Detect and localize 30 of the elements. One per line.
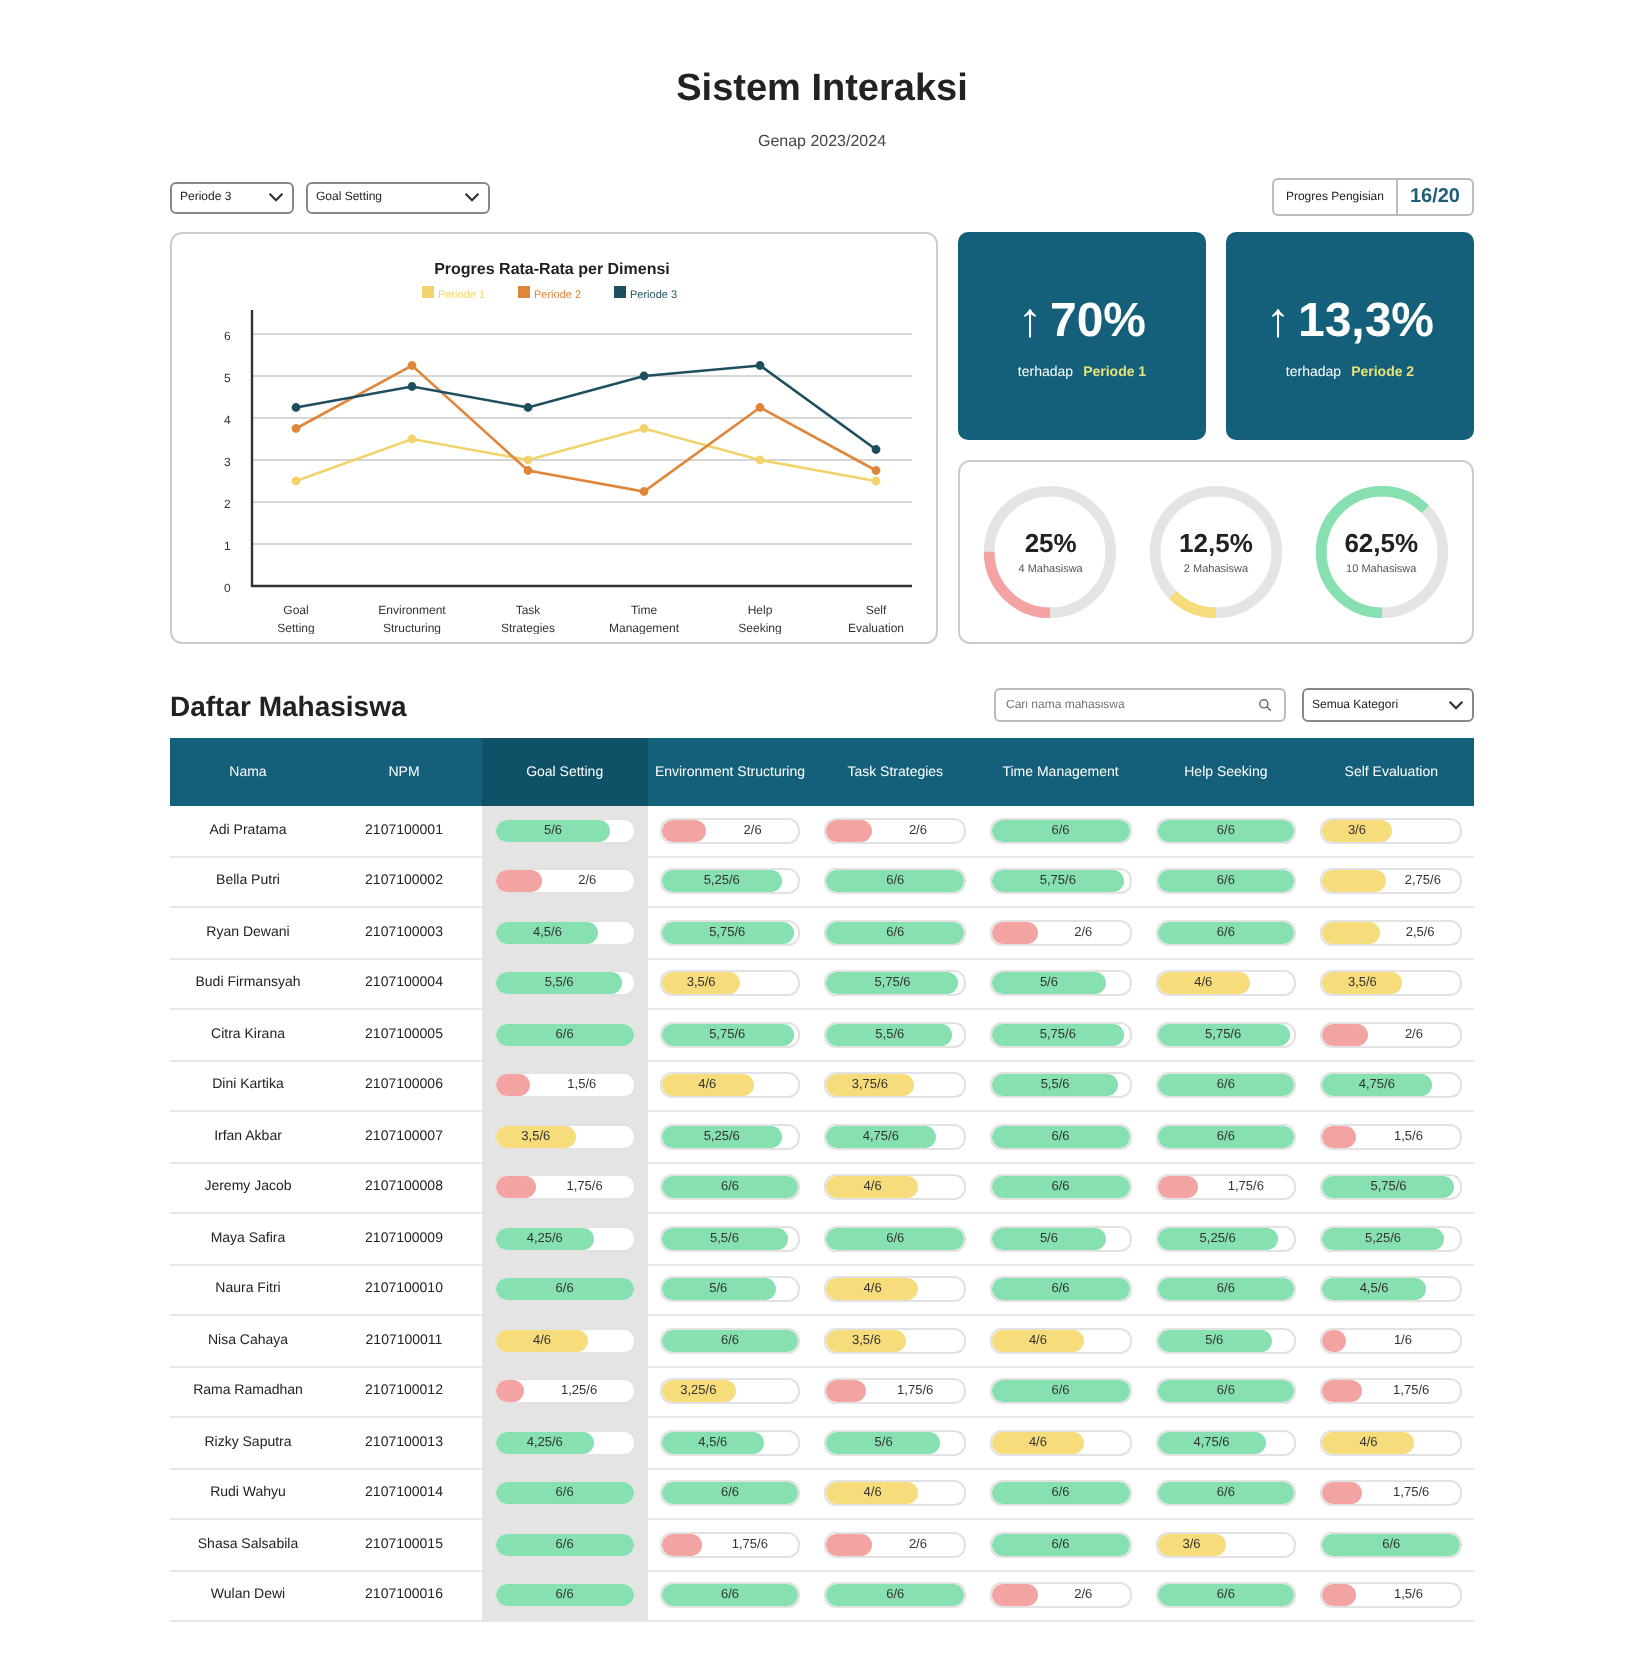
donut-value: 25% — [1024, 528, 1077, 558]
arrow-up-icon: ↑ — [1265, 293, 1290, 349]
data-point — [755, 455, 765, 465]
donut-value: 12,5% — [1179, 528, 1253, 558]
data-point — [407, 382, 417, 391]
donut-value: 62,5% — [1344, 528, 1419, 558]
data-point — [755, 361, 765, 370]
data-point — [523, 403, 533, 412]
data-point — [291, 403, 301, 412]
chart-title: Progres Rata-Rata per Dimensi — [434, 260, 670, 278]
arrow-up-icon: ↑ — [1017, 293, 1042, 349]
search-icon — [1258, 698, 1272, 712]
data-point — [291, 476, 301, 486]
chevron-down-icon — [1448, 700, 1464, 710]
stat-value: 70% — [1049, 293, 1147, 349]
data-point — [407, 361, 417, 370]
data-point — [639, 371, 649, 381]
stat-value: 13,3% — [1297, 293, 1435, 349]
data-point — [639, 424, 649, 433]
page-title: Sistem Interaksi — [674, 68, 970, 112]
data-point — [291, 424, 301, 433]
section-title: Daftar Mahasiswa — [170, 689, 407, 721]
data-point — [407, 434, 417, 444]
chevron-down-icon — [268, 192, 284, 202]
chevron-down-icon — [464, 192, 480, 202]
progress-value: 16/20 — [1407, 184, 1462, 212]
data-point — [755, 403, 765, 412]
data-point — [871, 445, 881, 454]
semester-label: Genap 2023/2024 — [755, 132, 889, 150]
data-point — [639, 487, 649, 496]
